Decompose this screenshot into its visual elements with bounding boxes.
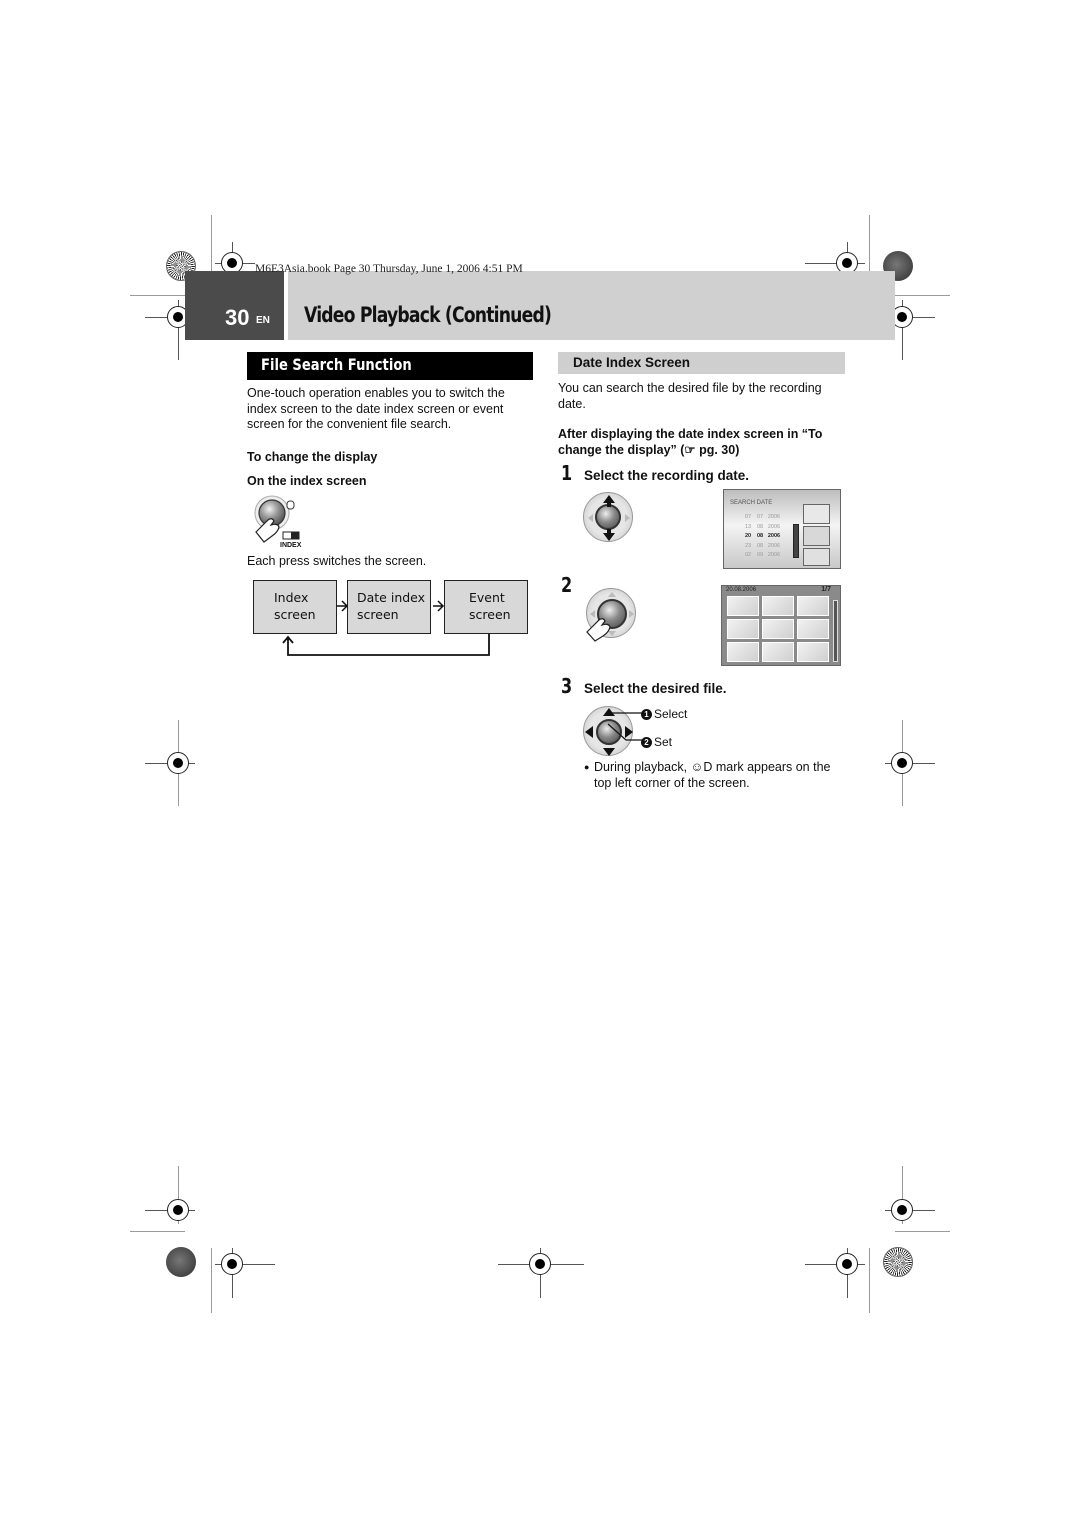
crop-line xyxy=(211,1248,212,1313)
thumbnail[interactable] xyxy=(762,642,794,662)
registration-target-icon xyxy=(836,1253,858,1275)
step-number: 2 xyxy=(561,573,573,597)
index-button-label: INDEX xyxy=(280,542,302,549)
callout-set: 2 Set xyxy=(641,735,672,749)
crop-line xyxy=(895,1231,950,1232)
callout-select: 1 Select xyxy=(641,707,687,721)
crop-line xyxy=(130,1231,185,1232)
thumbnail[interactable] xyxy=(797,596,829,616)
subheading-change-display: To change the display xyxy=(247,450,378,464)
date-cell: 2006 xyxy=(767,533,781,539)
date-thumbnail-screen: 20.08.2006 1/7 xyxy=(721,585,841,666)
date-row[interactable]: 13 08 2006 xyxy=(742,523,782,533)
callout-number-icon: 2 xyxy=(641,737,652,749)
date-cell: 13 xyxy=(744,523,752,530)
color-dot-mark-icon xyxy=(166,1247,196,1277)
date-cell: 2006 xyxy=(767,523,781,530)
prerequisite-note: After displaying the date index screen i… xyxy=(558,427,823,457)
date-cell: 2006 xyxy=(767,514,781,520)
thumbnail[interactable] xyxy=(797,619,829,639)
arrow-right-icon xyxy=(433,600,445,612)
registration-target-icon xyxy=(891,1199,913,1221)
flow-arrows xyxy=(282,600,490,656)
date-row[interactable]: 07 07 2006 xyxy=(742,513,782,523)
bullet-icon: ● xyxy=(584,762,590,772)
thumbnail[interactable] xyxy=(727,596,759,616)
playback-note: During playback, ☺D mark appears on the … xyxy=(594,760,831,790)
language-code: EN xyxy=(256,315,270,326)
section-heading-date-index: Date Index Screen xyxy=(558,352,845,374)
date-row[interactable]: 23 08 2006 xyxy=(742,542,782,552)
search-date-screen: SEARCH DATE 07 07 2006 13 08 2006 20 08 2006 23 08… xyxy=(723,489,841,569)
page-title: Video Playback (Continued) xyxy=(304,303,552,327)
press-note: Each press switches the screen. xyxy=(247,554,427,568)
scrollbar[interactable] xyxy=(833,600,838,662)
registration-target-icon xyxy=(891,752,913,774)
thumbnail[interactable] xyxy=(727,619,759,639)
date-cell: 07 xyxy=(744,514,752,520)
section-heading-file-search: File Search Function xyxy=(247,352,533,380)
date-cell: 23 xyxy=(744,542,752,549)
page-indicator: 1/7 xyxy=(821,586,831,593)
date-row[interactable]: 20 08 2006 xyxy=(742,532,782,542)
arrow-right-icon xyxy=(337,600,349,612)
callout-label: Set xyxy=(654,735,673,749)
date-cell: 07 xyxy=(756,514,764,520)
callout-label: Select xyxy=(654,707,688,721)
date-cell: 09 xyxy=(756,552,764,558)
date-row[interactable]: 02 09 2006 xyxy=(742,551,782,561)
crop-line xyxy=(895,295,950,296)
section-heading-text: File Search Function xyxy=(261,355,412,374)
thumbnail-grid xyxy=(727,596,829,664)
thumbnail[interactable] xyxy=(797,642,829,662)
search-date-title: SEARCH DATE xyxy=(730,500,773,506)
finger-press-icon xyxy=(586,618,611,642)
date-cell: 08 xyxy=(756,533,764,539)
date-list: 07 07 2006 13 08 2006 20 08 2006 23 08 2006 02 09 2006 xyxy=(742,513,782,561)
step-number: 3 xyxy=(561,674,573,698)
date-index-intro: You can search the desired file by the r… xyxy=(558,381,822,411)
crop-line xyxy=(869,1248,870,1313)
thumbnail-preview xyxy=(803,504,830,566)
thumbnail[interactable] xyxy=(762,596,794,616)
registration-target-icon xyxy=(221,1253,243,1275)
date-cell: 08 xyxy=(756,542,764,549)
date-cell: 20 xyxy=(744,533,752,539)
selected-date: 20.08.2006 xyxy=(726,587,757,593)
arrow-loop-back-icon xyxy=(282,634,490,656)
section-heading-text: Date Index Screen xyxy=(573,355,691,370)
callout-number-icon: 1 xyxy=(641,709,652,721)
date-cell: 08 xyxy=(756,523,764,530)
index-button-illustration: INDEX xyxy=(250,494,310,552)
thumbnail[interactable] xyxy=(762,619,794,639)
crop-line xyxy=(130,295,185,296)
date-cell: 2006 xyxy=(767,542,781,549)
registration-target-icon xyxy=(167,752,189,774)
date-cell: 02 xyxy=(744,552,752,558)
intro-paragraph: One-touch operation enables you to switc… xyxy=(247,386,505,431)
starburst-mark-icon xyxy=(883,1247,913,1277)
date-cell: 2006 xyxy=(767,552,781,558)
print-info: M6E3Asia.book Page 30 Thursday, June 1, … xyxy=(255,263,523,275)
page-number: 30 xyxy=(225,305,250,330)
up-down-arrows-icon xyxy=(588,495,630,541)
step-text: Select the recording date. xyxy=(584,468,750,483)
registration-target-icon xyxy=(167,1199,189,1221)
registration-target-icon xyxy=(529,1253,551,1275)
thumbnail[interactable] xyxy=(727,642,759,662)
step-number: 1 xyxy=(561,461,573,485)
step-text: Select the desired file. xyxy=(584,681,727,696)
subheading-index-screen: On the index screen xyxy=(247,474,367,488)
scrollbar[interactable] xyxy=(793,524,799,558)
dpad-up-down-illustration xyxy=(583,492,633,542)
